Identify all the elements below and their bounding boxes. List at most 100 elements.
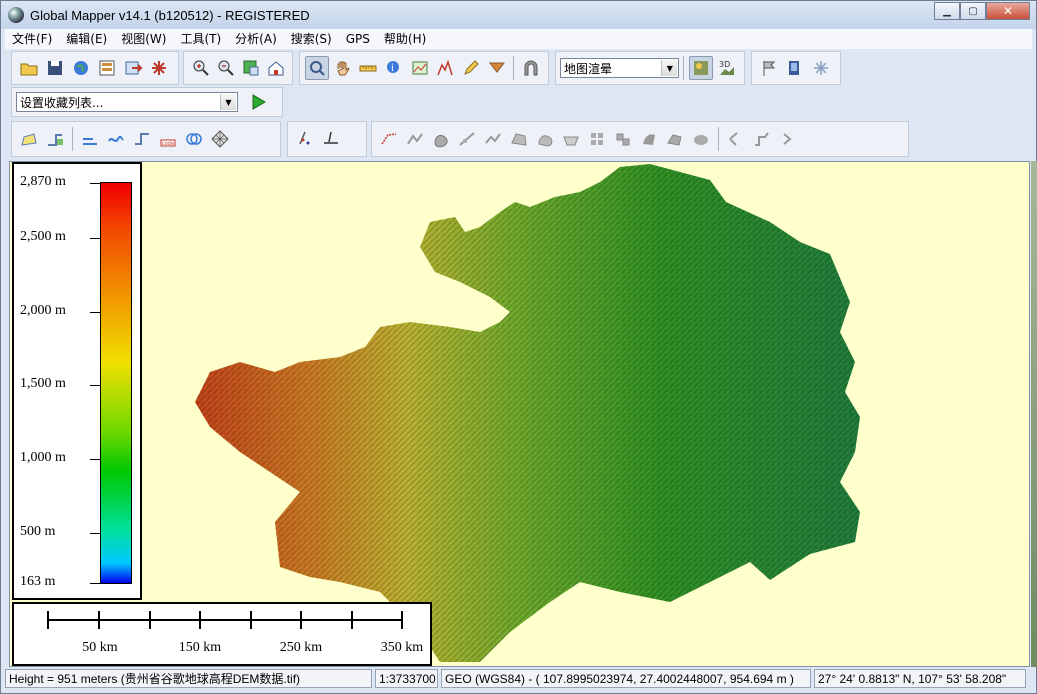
open-folder-icon[interactable] [17, 56, 41, 80]
scale-label-250: 250 km [279, 640, 323, 655]
legend-label-2500: 2,500 m [20, 229, 66, 244]
legend-tick [90, 183, 100, 184]
grid-feature-icon[interactable] [208, 127, 232, 151]
code-icon[interactable]: code [156, 127, 180, 151]
menu-edit[interactable]: 编辑(E) [59, 29, 114, 49]
scale-tick [250, 611, 252, 629]
point-toolbar [287, 121, 367, 157]
menu-file[interactable]: 文件(F) [5, 29, 59, 49]
status-scale: 1:3733700 [375, 669, 438, 688]
close-button[interactable]: ✕ [986, 2, 1030, 20]
adjacent-window-edge [1031, 161, 1037, 667]
run-icon[interactable] [246, 90, 270, 114]
feature-icon[interactable] [130, 127, 154, 151]
line-cut-icon[interactable] [455, 127, 479, 151]
elevation-legend: 2,870 m 2,500 m 2,000 m 1,500 m 1,000 m … [12, 162, 142, 600]
legend-label-1500: 1,500 m [20, 376, 66, 391]
area-b-icon[interactable] [507, 127, 531, 151]
area-h-icon[interactable] [663, 127, 687, 151]
toolbar-separator [72, 127, 73, 151]
flag-icon[interactable] [757, 56, 781, 80]
title-bar[interactable]: Global Mapper v14.1 (b120512) - REGISTER… [1, 1, 1036, 29]
toolbar-area: i 地图渲晕 ▼ 3D 设置收藏列表... ▼ code [5, 49, 1032, 161]
area-d-icon[interactable] [559, 127, 583, 151]
favorites-select[interactable]: 设置收藏列表... ▼ [16, 92, 238, 112]
export-icon[interactable] [121, 56, 145, 80]
gps-icon[interactable] [809, 56, 833, 80]
globe-icon[interactable] [69, 56, 93, 80]
line-edit-icon[interactable] [319, 127, 343, 151]
favorites-value: 设置收藏列表... [20, 95, 104, 110]
chevron-down-icon: ▼ [661, 60, 678, 76]
map-view[interactable]: 2,870 m 2,500 m 2,000 m 1,500 m 1,000 m … [9, 161, 1030, 667]
info-tool-icon[interactable]: i [382, 56, 406, 80]
edit-toolbar [371, 121, 909, 157]
digitizer-icon[interactable] [408, 56, 432, 80]
file-toolbar [11, 51, 179, 85]
scale-label-50: 50 km [82, 640, 118, 655]
scale-tick [300, 611, 302, 629]
menu-search[interactable]: 搜索(S) [284, 29, 339, 49]
minimize-button[interactable]: ▁ [934, 2, 960, 20]
edit-vertex-icon[interactable] [78, 127, 102, 151]
maximize-button[interactable]: ▢ [960, 2, 986, 20]
svg-text:i: i [391, 63, 394, 74]
line-a-icon[interactable] [724, 127, 748, 151]
grid-icon[interactable] [783, 56, 807, 80]
legend-tick [90, 533, 100, 534]
pan-hand-icon[interactable] [331, 56, 355, 80]
config-icon[interactable] [147, 56, 171, 80]
line-join-icon[interactable] [481, 127, 505, 151]
scale-tick [98, 611, 100, 629]
pencil-icon[interactable] [459, 56, 483, 80]
legend-tick [90, 583, 100, 584]
zoom-toolbar [183, 51, 293, 85]
shader-icon[interactable] [689, 56, 714, 80]
menu-view[interactable]: 视图(W) [114, 29, 173, 49]
toolbar-separator [683, 56, 685, 80]
menu-help[interactable]: 帮助(H) [377, 29, 433, 49]
area-g-icon[interactable] [637, 127, 661, 151]
status-projection: GEO (WGS84) - ( 107.8995023974, 27.40024… [441, 669, 811, 688]
point-edit-icon[interactable] [293, 127, 317, 151]
toolbar-separator [513, 56, 515, 80]
vertex-move-icon[interactable] [403, 127, 427, 151]
line-c-icon[interactable] [776, 127, 800, 151]
measure-icon[interactable] [356, 56, 380, 80]
zoom-tool-icon[interactable] [305, 56, 329, 80]
create-area-icon[interactable] [17, 127, 41, 151]
combine-icon[interactable] [104, 127, 128, 151]
home-icon[interactable] [264, 56, 287, 80]
zoom-out-icon[interactable] [214, 56, 237, 80]
area-e-icon[interactable] [585, 127, 609, 151]
scale-line [47, 619, 403, 621]
area-c-icon[interactable] [533, 127, 557, 151]
scale-bar: 50 km 150 km 250 km 350 km [12, 602, 432, 666]
menu-bar: 文件(F) 编辑(E) 视图(W) 工具(T) 分析(A) 搜索(S) GPS … [5, 29, 1032, 49]
line-b-icon[interactable] [750, 127, 774, 151]
area-a-icon[interactable] [429, 127, 453, 151]
chevron-down-icon: ▼ [220, 94, 236, 110]
create-line-icon[interactable] [43, 127, 67, 151]
circle-icon[interactable] [182, 127, 206, 151]
legend-label-500: 500 m [20, 524, 56, 539]
3d-view-icon[interactable]: 3D [715, 56, 739, 80]
render-mode-select[interactable]: 地图渲晕 ▼ [560, 58, 680, 78]
status-dms: 27° 24' 0.8813" N, 107° 53' 58.208" [814, 669, 1026, 688]
scale-label-350: 350 km [380, 640, 424, 655]
zoom-in-icon[interactable] [189, 56, 212, 80]
line-style-icon[interactable] [377, 127, 401, 151]
zoom-full-icon[interactable] [239, 56, 262, 80]
menu-analysis[interactable]: 分析(A) [228, 29, 284, 49]
scale-tick [401, 611, 403, 629]
view-shed-icon[interactable] [485, 56, 509, 80]
layer-control-icon[interactable] [95, 56, 119, 80]
area-f-icon[interactable] [611, 127, 635, 151]
tunnel-icon[interactable] [519, 56, 543, 80]
menu-gps[interactable]: GPS [339, 29, 377, 49]
status-bar: Height = 951 meters (贵州省谷歌地球高程DEM数据.tif)… [5, 669, 1032, 690]
save-icon[interactable] [43, 56, 67, 80]
path-profile-icon[interactable] [433, 56, 457, 80]
menu-tools[interactable]: 工具(T) [173, 29, 228, 49]
area-i-icon[interactable] [689, 127, 713, 151]
